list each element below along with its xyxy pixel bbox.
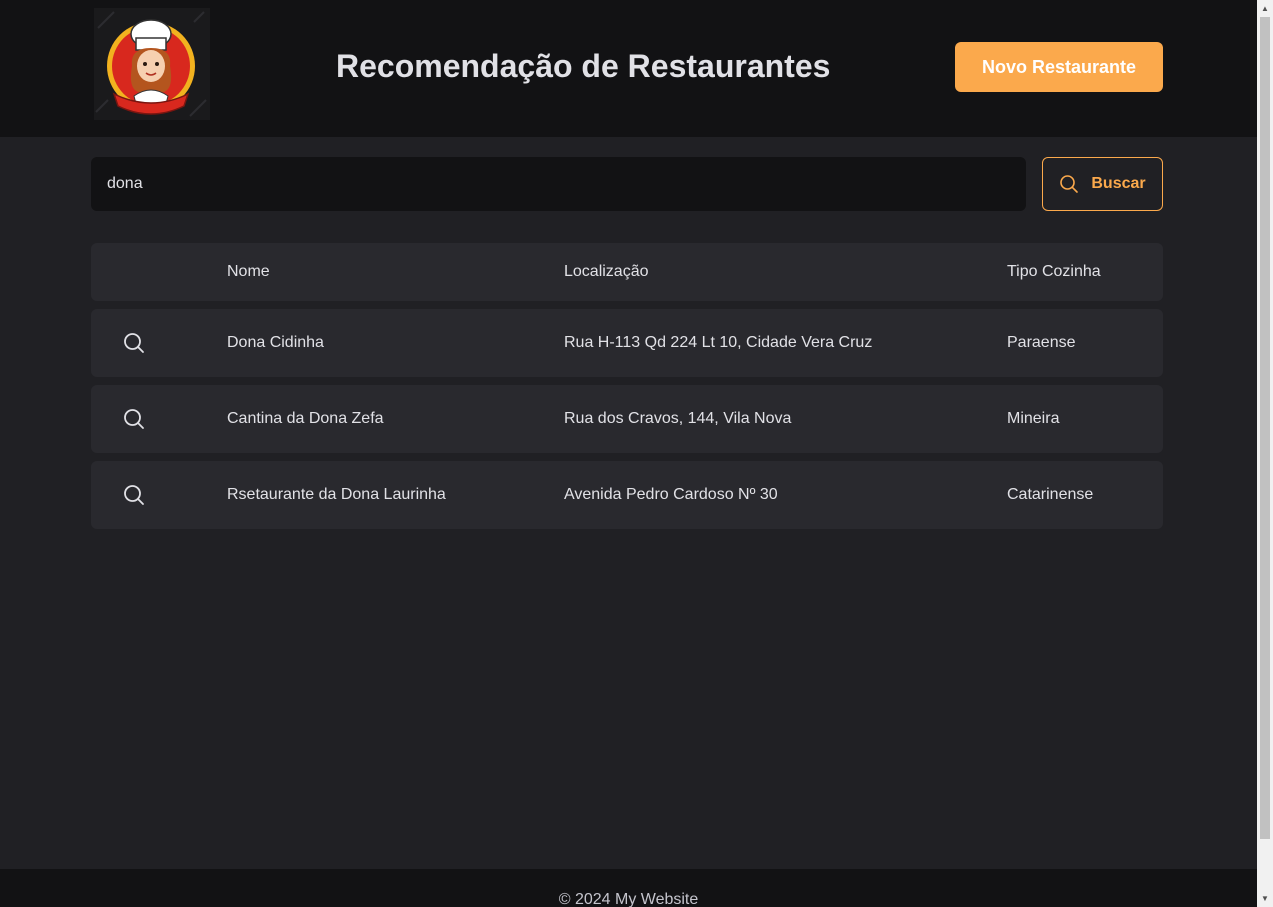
restaurant-cuisine: Catarinense [1007,486,1094,503]
vertical-scrollbar[interactable]: ▲ ▼ [1257,0,1273,907]
chef-logo[interactable] [94,8,210,120]
page: Recomendação de Restaurantes Novo Restau… [0,0,1257,907]
restaurant-location: Rua H-113 Qd 224 Lt 10, Cidade Vera Cruz [564,334,873,351]
search-button-label: Buscar [1091,175,1146,192]
search-button[interactable]: Buscar [1042,157,1163,211]
footer-copyright: © 2024 My Website [558,891,699,907]
column-header-nome: Nome [227,263,270,280]
search-icon[interactable] [123,408,145,430]
restaurant-name: Dona Cidinha [227,334,324,351]
search-icon[interactable] [123,332,145,354]
page-footer: © 2024 My Website [0,869,1257,907]
search-icon [1059,174,1079,194]
table-row: Dona Cidinha Rua H-113 Qd 224 Lt 10, Cid… [91,309,1163,377]
search-input[interactable] [91,157,1026,211]
scrollbar-thumb[interactable] [1260,17,1270,839]
table-row: Rsetaurante da Dona Laurinha Avenida Ped… [91,461,1163,529]
restaurants-table: Nome Localização Tipo Cozinha Dona Cidin… [91,243,1163,529]
restaurant-cuisine: Paraense [1007,334,1076,351]
new-restaurant-button[interactable]: Novo Restaurante [955,42,1163,92]
search-icon[interactable] [123,484,145,506]
scroll-down-arrow-icon[interactable]: ▼ [1257,890,1273,907]
column-header-localizacao: Localização [564,263,649,280]
table-row: Cantina da Dona Zefa Rua dos Cravos, 144… [91,385,1163,453]
restaurant-name: Cantina da Dona Zefa [227,410,384,427]
page-title: Recomendação de Restaurantes [336,48,831,84]
column-header-tipo-cozinha: Tipo Cozinha [1007,263,1101,280]
scroll-up-arrow-icon[interactable]: ▲ [1257,0,1273,17]
restaurant-cuisine: Mineira [1007,410,1060,427]
app-header: Recomendação de Restaurantes Novo Restau… [0,0,1257,137]
restaurant-location: Rua dos Cravos, 144, Vila Nova [564,410,792,427]
table-header-row: Nome Localização Tipo Cozinha [91,243,1163,301]
restaurant-name: Rsetaurante da Dona Laurinha [227,486,446,503]
restaurant-location: Avenida Pedro Cardoso Nº 30 [564,486,778,503]
chef-logo-icon [95,11,207,117]
